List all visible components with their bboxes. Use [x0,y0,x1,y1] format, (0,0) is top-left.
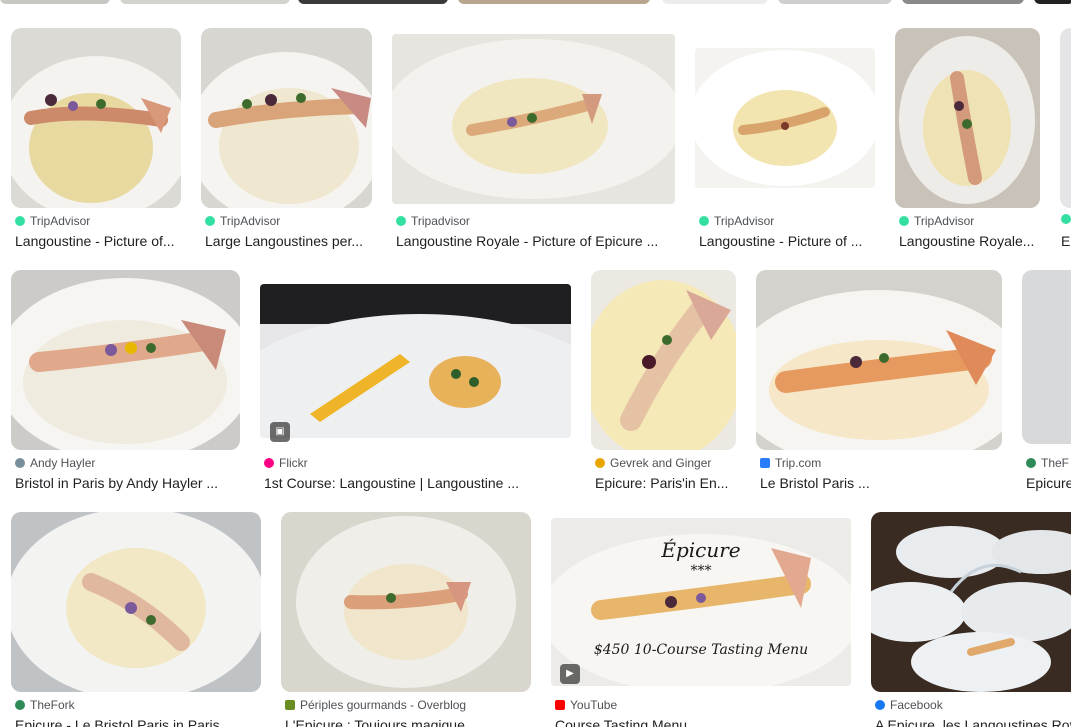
result-tile[interactable]: TheFork Epicure - Le Bristol Paris in Pa… [11,512,261,727]
result-title[interactable]: L'Epicure : Toujours magique ... [285,717,531,727]
result-source[interactable]: TripAdvisor [714,214,774,228]
result-source[interactable]: TheFork [30,698,75,712]
result-title[interactable]: Langoustine Royale... [899,233,1040,249]
result-tile[interactable]: TripAdvisor Langoustine - Picture of... [11,28,181,254]
previous-row-thumbnails [0,0,1071,4]
result-title[interactable]: A Epicure, les Langoustines Royales ... [875,717,1071,727]
result-thumbnail[interactable] [695,48,875,188]
result-title[interactable]: Langoustine Royale - Picture of Epicure … [396,233,675,249]
result-tile[interactable]: E [1060,28,1071,254]
result-tile[interactable]: ▣ Flickr 1st Course: Langoustine | Lango… [260,270,571,496]
image-gallery-icon: ▣ [270,422,290,442]
result-tile[interactable]: TripAdvisor Langoustine - Picture of ... [695,28,875,254]
result-tile[interactable]: Facebook A Epicure, les Langoustines Roy… [871,512,1071,727]
video-price-overlay: $450 10-Course Tasting Menu [593,642,809,658]
result-tile[interactable]: TheF Epicure [1022,270,1071,496]
result-thumbnail[interactable] [871,512,1071,692]
thefork-icon [1026,458,1036,468]
result-title[interactable]: Large Langoustines per... [205,233,372,249]
result-thumbnail[interactable] [11,270,240,450]
video-title-overlay: Épicure [661,538,741,562]
tripadvisor-icon [899,216,909,226]
result-tile[interactable]: TripAdvisor Large Langoustines per... [201,28,372,254]
tripadvisor-icon [396,216,406,226]
result-source[interactable]: Facebook [890,698,943,712]
result-source[interactable]: Trip.com [775,456,821,470]
result-source[interactable]: YouTube [570,698,617,712]
result-source[interactable]: TripAdvisor [220,214,280,228]
result-thumbnail[interactable] [260,284,571,438]
result-title[interactable]: Epicure - Le Bristol Paris in Paris ... [15,717,261,727]
result-title[interactable]: E [1061,233,1070,249]
result-thumbnail[interactable] [11,512,261,692]
tripadvisor-icon [699,216,709,226]
result-thumbnail[interactable] [201,28,372,208]
result-tile[interactable]: Épicure *** $450 10-Course Tasting Menu … [551,512,851,727]
tripadvisor-icon [205,216,215,226]
result-title[interactable]: Bristol in Paris by Andy Hayler ... [15,475,240,491]
result-source[interactable]: Gevrek and Ginger [610,456,711,470]
result-source[interactable]: Andy Hayler [30,456,95,470]
result-source[interactable]: Périples gourmands - Overblog [300,698,466,712]
result-source[interactable]: TheF [1041,456,1069,470]
thefork-icon [15,700,25,710]
result-tile[interactable]: TripAdvisor Langoustine Royale... [895,28,1040,254]
result-tile[interactable]: Gevrek and Ginger Epicure: Paris'in En..… [591,270,736,496]
result-tile[interactable]: Périples gourmands - Overblog L'Epicure … [281,512,531,727]
result-source[interactable]: Tripadvisor [411,214,470,228]
result-title[interactable]: Course Tasting Menu ... [555,717,851,727]
result-thumbnail[interactable] [392,34,675,204]
result-tile[interactable]: Trip.com Le Bristol Paris ... [756,270,1002,496]
result-tile[interactable]: Andy Hayler Bristol in Paris by Andy Hay… [11,270,240,496]
result-source[interactable]: TripAdvisor [30,214,90,228]
video-stars-overlay: *** [690,563,712,579]
result-thumbnail[interactable] [11,28,181,208]
facebook-icon [875,700,885,710]
result-source[interactable]: TripAdvisor [914,214,974,228]
result-title[interactable]: Epicure [1026,475,1071,491]
andy-hayler-icon [15,458,25,468]
youtube-icon [555,700,565,710]
result-thumbnail[interactable] [1060,28,1071,208]
result-title[interactable]: 1st Course: Langoustine | Langoustine ..… [264,475,571,491]
result-thumbnail[interactable]: Épicure *** $450 10-Course Tasting Menu [551,518,851,686]
overblog-icon [285,700,295,710]
result-thumbnail[interactable] [895,28,1040,208]
tripadvisor-icon [15,216,25,226]
play-icon: ▶ [560,664,580,684]
result-title[interactable]: Le Bristol Paris ... [760,475,1002,491]
tripadvisor-icon [1061,214,1071,224]
result-thumbnail[interactable] [1022,270,1071,444]
gevrek-ginger-icon [595,458,605,468]
result-thumbnail[interactable] [756,270,1002,450]
flickr-icon [264,458,274,468]
result-thumbnail[interactable] [591,270,736,450]
tripcom-icon [760,458,770,468]
image-results-grid: TripAdvisor Langoustine - Picture of... … [0,0,1071,727]
result-title[interactable]: Epicure: Paris'in En... [595,475,736,491]
result-title[interactable]: Langoustine - Picture of... [15,233,181,249]
result-title[interactable]: Langoustine - Picture of ... [699,233,875,249]
result-source[interactable]: Flickr [279,456,308,470]
result-thumbnail[interactable] [281,512,531,692]
result-tile[interactable]: Tripadvisor Langoustine Royale - Picture… [392,28,675,254]
